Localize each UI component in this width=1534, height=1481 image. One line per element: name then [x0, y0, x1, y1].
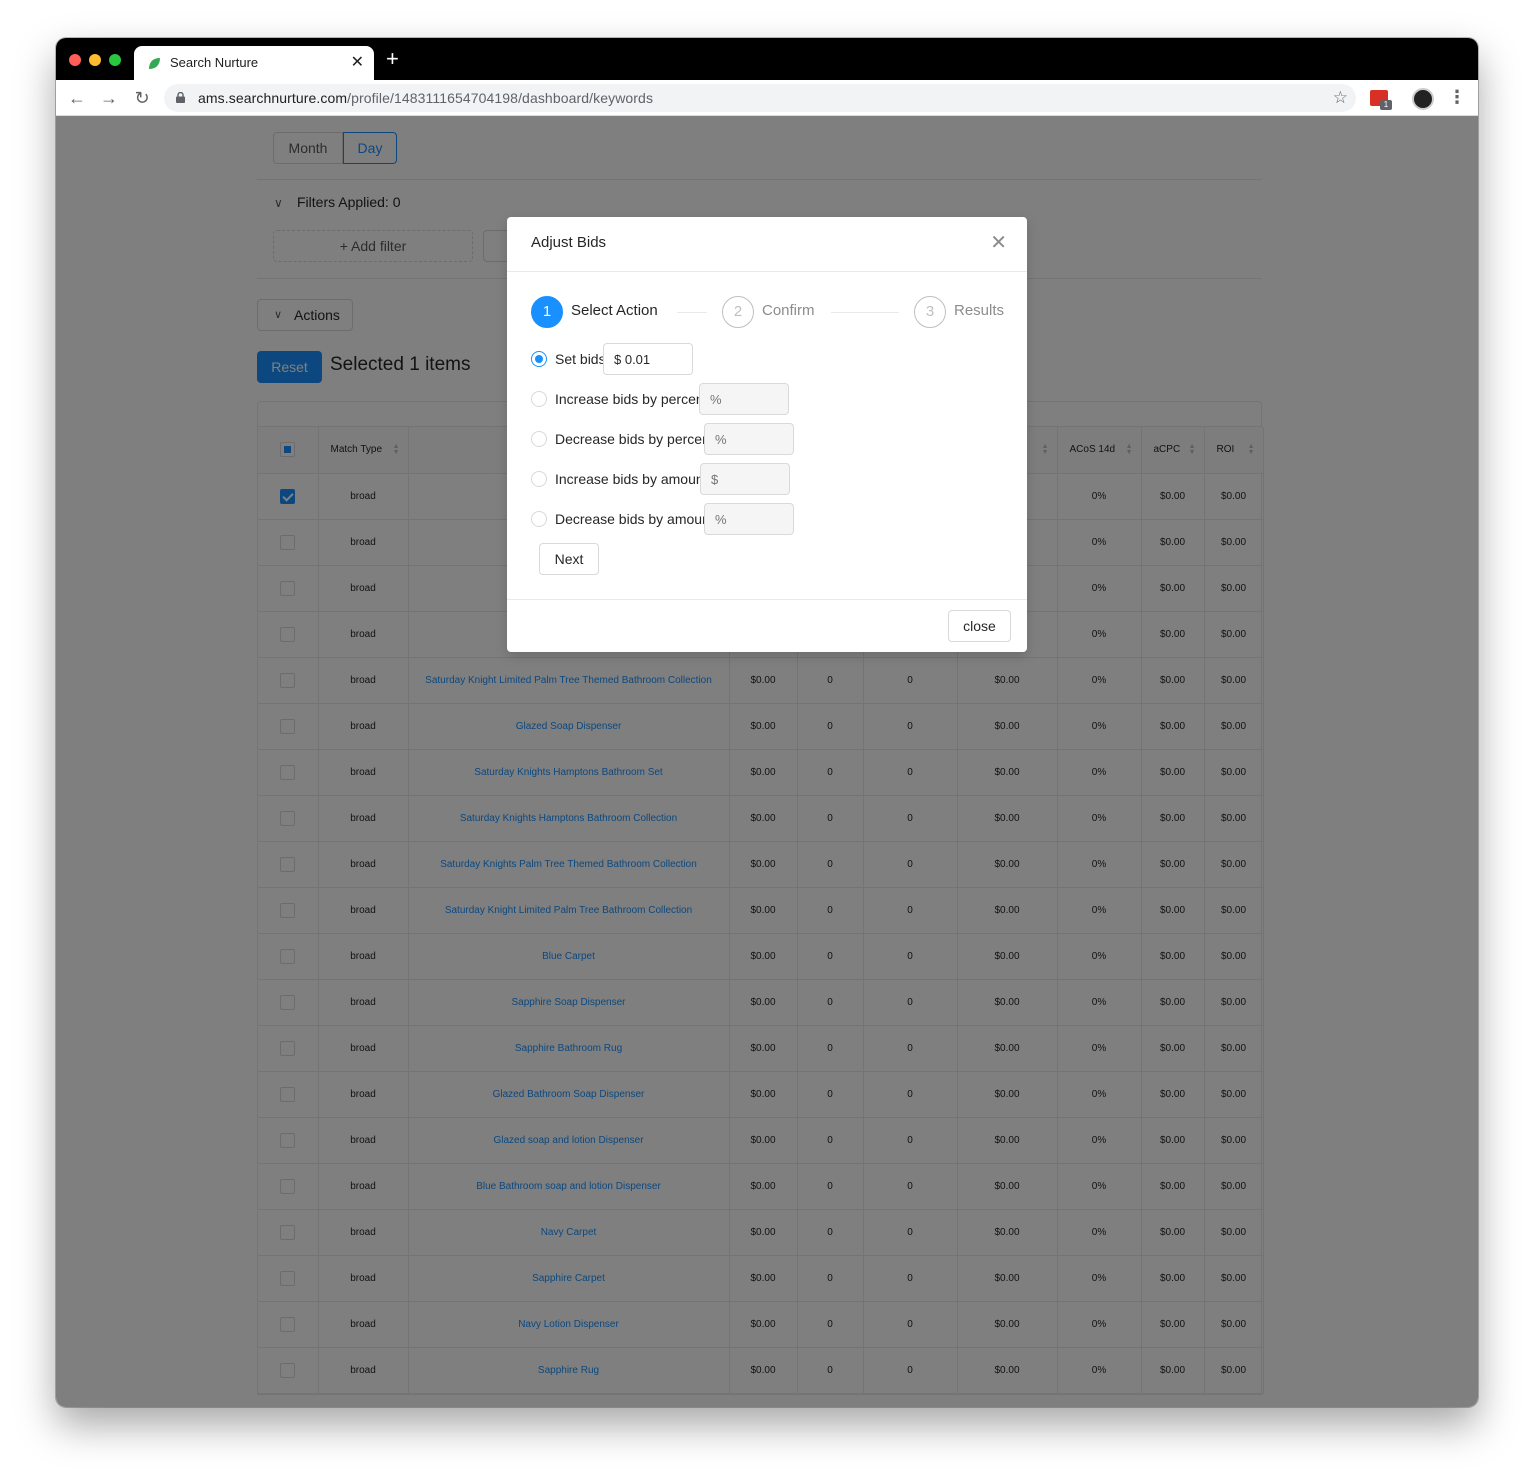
step-2-indicator: 2: [722, 296, 754, 328]
back-arrow-icon[interactable]: ←: [66, 87, 88, 109]
step-3-indicator: 3: [914, 296, 946, 328]
reload-icon[interactable]: ↻: [131, 87, 153, 109]
decrease-percent-label: Decrease bids by percent: [555, 431, 714, 447]
set-bids-label: Set bids: [555, 351, 606, 367]
extension-badge: 1: [1380, 100, 1392, 110]
set-bids-radio[interactable]: [531, 351, 547, 367]
decrease-amount-input[interactable]: [704, 503, 794, 535]
modal-footer: close: [507, 599, 1027, 652]
increase-amount-label: Increase bids by amount: [555, 471, 708, 487]
step-3-label: Results: [954, 302, 1005, 319]
lock-icon: [176, 92, 185, 103]
close-icon[interactable]: ✕: [990, 233, 1007, 253]
browser-window: Search Nurture ✕ + ← → ↻ ams.searchnurtu…: [56, 38, 1478, 1407]
tab-close-icon[interactable]: ✕: [351, 52, 364, 72]
bookmark-star-icon[interactable]: ☆: [1333, 88, 1348, 108]
modal-title: Adjust Bids: [531, 234, 607, 251]
set-bids-input[interactable]: [603, 343, 693, 375]
increase-percent-radio[interactable]: [531, 391, 547, 407]
new-tab-button[interactable]: +: [386, 47, 399, 71]
increase-amount-radio[interactable]: [531, 471, 547, 487]
page-content: Month Day ∨ Filters Applied: 0 + Add fil…: [56, 116, 1478, 1407]
decrease-percent-radio[interactable]: [531, 431, 547, 447]
url-text: ams.searchnurture.com/profile/1483111654…: [198, 90, 653, 106]
increase-percent-label: Increase bids by percent: [555, 391, 708, 407]
close-window-icon[interactable]: [69, 54, 81, 66]
url-domain: ams.searchnurture.com: [198, 90, 348, 106]
step-2-label: Confirm: [762, 302, 815, 319]
next-button[interactable]: Next: [539, 543, 599, 575]
browser-tab[interactable]: Search Nurture ✕: [134, 46, 374, 80]
more-menu-icon[interactable]: ⋮: [1448, 87, 1466, 108]
maximize-window-icon[interactable]: [109, 54, 121, 66]
decrease-percent-input[interactable]: [704, 423, 794, 455]
increase-amount-input[interactable]: [700, 463, 790, 495]
step-1-label: Select Action: [571, 302, 658, 319]
url-path: /profile/1483111654704198/dashboard/keyw…: [347, 90, 654, 106]
browser-toolbar: ← → ↻ ams.searchnurture.com/profile/1483…: [56, 80, 1478, 116]
increase-percent-input[interactable]: [699, 383, 789, 415]
modal-header: Adjust Bids ✕: [507, 217, 1027, 272]
leaf-favicon-icon: [149, 58, 160, 69]
tab-strip: Search Nurture ✕ +: [56, 38, 1478, 80]
step-connector: [677, 312, 707, 313]
step-connector: [831, 312, 899, 313]
adjust-bids-modal: Adjust Bids ✕ 1 Select Action 2 Confirm …: [507, 217, 1027, 652]
forward-arrow-icon[interactable]: →: [98, 87, 120, 109]
tab-title: Search Nurture: [170, 55, 259, 70]
close-button[interactable]: close: [948, 610, 1011, 642]
step-1-indicator: 1: [531, 296, 563, 328]
decrease-amount-label: Decrease bids by amount: [555, 511, 714, 527]
minimize-window-icon[interactable]: [89, 54, 101, 66]
address-bar[interactable]: ams.searchnurture.com/profile/1483111654…: [164, 84, 1356, 112]
profile-avatar[interactable]: [1412, 88, 1434, 110]
decrease-amount-radio[interactable]: [531, 511, 547, 527]
